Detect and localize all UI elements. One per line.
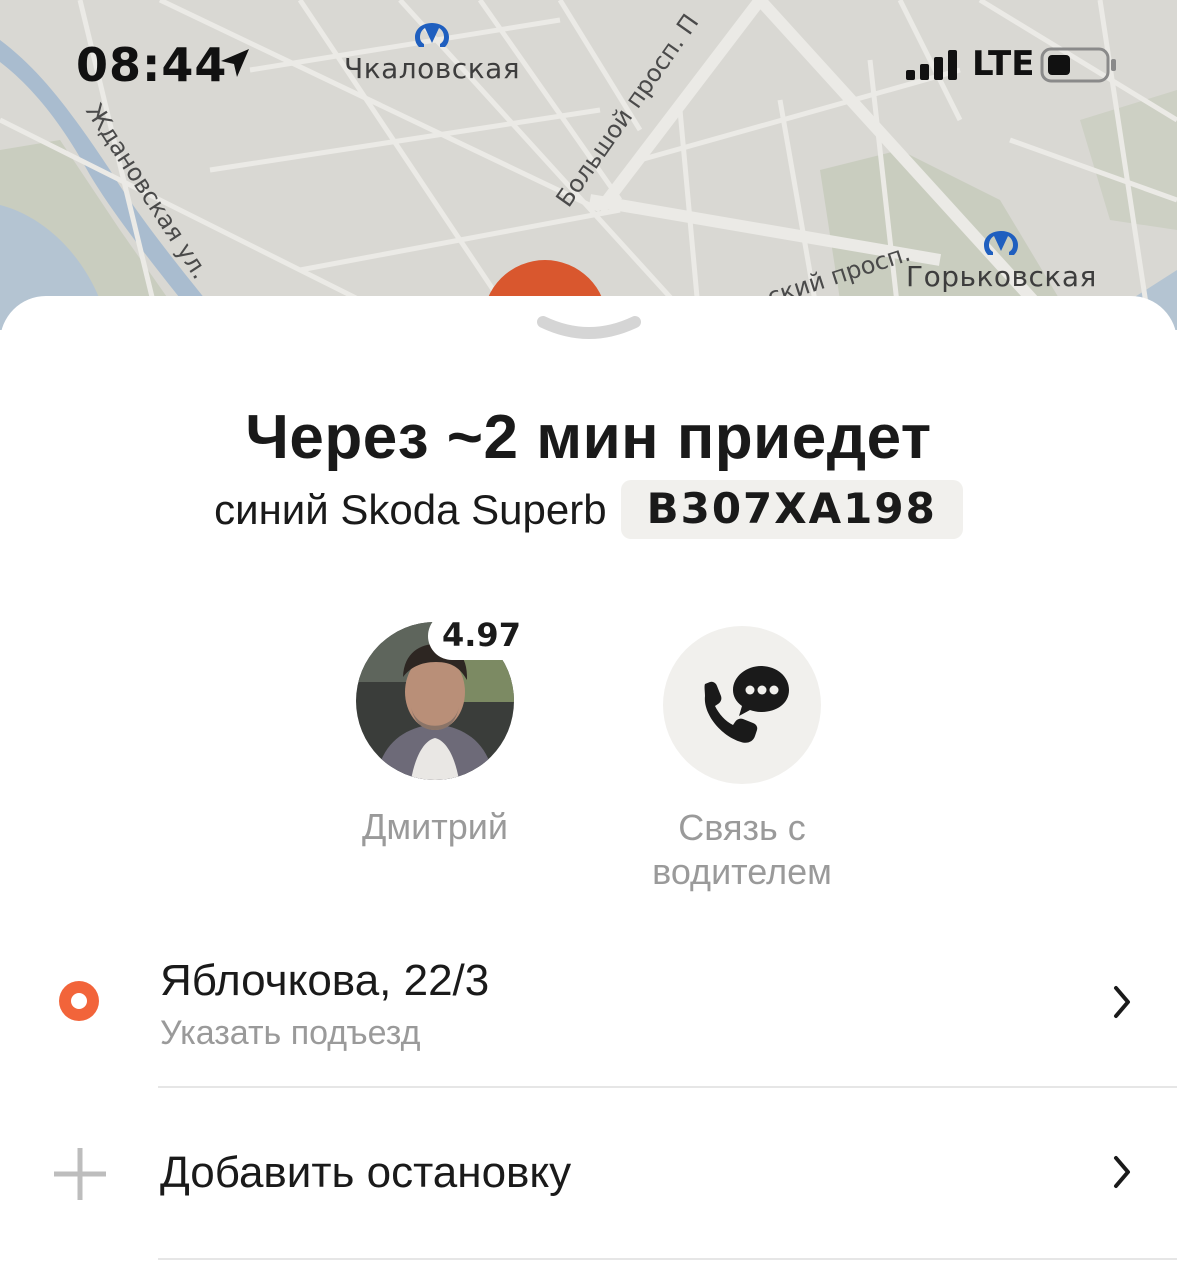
metro-station-label: Горьковская bbox=[906, 228, 1097, 293]
contact-driver-label: Связь с водителем bbox=[622, 806, 862, 894]
contact-driver-circle[interactable] bbox=[663, 626, 821, 784]
driver-name: Дмитрий bbox=[362, 806, 508, 847]
chevron-right-icon bbox=[1114, 1156, 1130, 1188]
license-plate: В307ХА198 bbox=[620, 480, 963, 539]
car-description: синий Skoda Superb bbox=[214, 485, 607, 533]
plus-icon bbox=[54, 1148, 106, 1200]
eta-title: Через ~2 мин приедет bbox=[245, 403, 932, 472]
contact-label-line2: водителем bbox=[652, 851, 832, 892]
status-time: 08:44 bbox=[76, 38, 228, 92]
pickup-entrance-hint[interactable]: Указать подъезд bbox=[160, 1014, 420, 1053]
add-stop-row[interactable]: Добавить остановку bbox=[0, 1096, 1177, 1256]
metro-station-name: Горьковская bbox=[906, 260, 1097, 293]
pickup-point-icon bbox=[59, 981, 99, 1021]
divider bbox=[158, 1258, 1177, 1260]
taxi-ride-screen: Ждановская ул. Большой просп. П ский про… bbox=[0, 0, 1177, 1280]
signal-bars-icon bbox=[906, 50, 957, 80]
pickup-address: Яблочкова, 22/3 bbox=[160, 956, 490, 1005]
add-stop-label: Добавить остановку bbox=[160, 1148, 572, 1197]
collapse-chevron-icon[interactable] bbox=[537, 314, 641, 346]
status-bar: 08:44 LTE bbox=[0, 0, 1177, 130]
contact-label-line1: Связь с bbox=[678, 807, 806, 848]
driver-card[interactable]: 4.97 Дмитрий bbox=[335, 612, 535, 848]
metro-icon bbox=[984, 231, 1019, 255]
phone-chat-icon bbox=[704, 666, 789, 743]
pickup-row[interactable]: Яблочкова, 22/3 Указать подъезд bbox=[0, 936, 1177, 1086]
driver-rating-badge: 4.97 bbox=[428, 612, 535, 660]
chevron-right-icon bbox=[1114, 986, 1130, 1018]
divider bbox=[158, 1086, 1177, 1088]
location-arrow-icon bbox=[221, 49, 249, 77]
network-type: LTE bbox=[972, 44, 1035, 84]
ride-bottom-sheet: Через ~2 мин приедет синий Skoda Superb … bbox=[0, 296, 1177, 1280]
car-info: синий Skoda Superb В307ХА198 bbox=[0, 480, 1177, 539]
contact-driver-button[interactable]: Связь с водителем bbox=[622, 626, 862, 894]
driver-avatar-wrap: 4.97 bbox=[356, 612, 535, 780]
battery-icon bbox=[1040, 47, 1116, 83]
